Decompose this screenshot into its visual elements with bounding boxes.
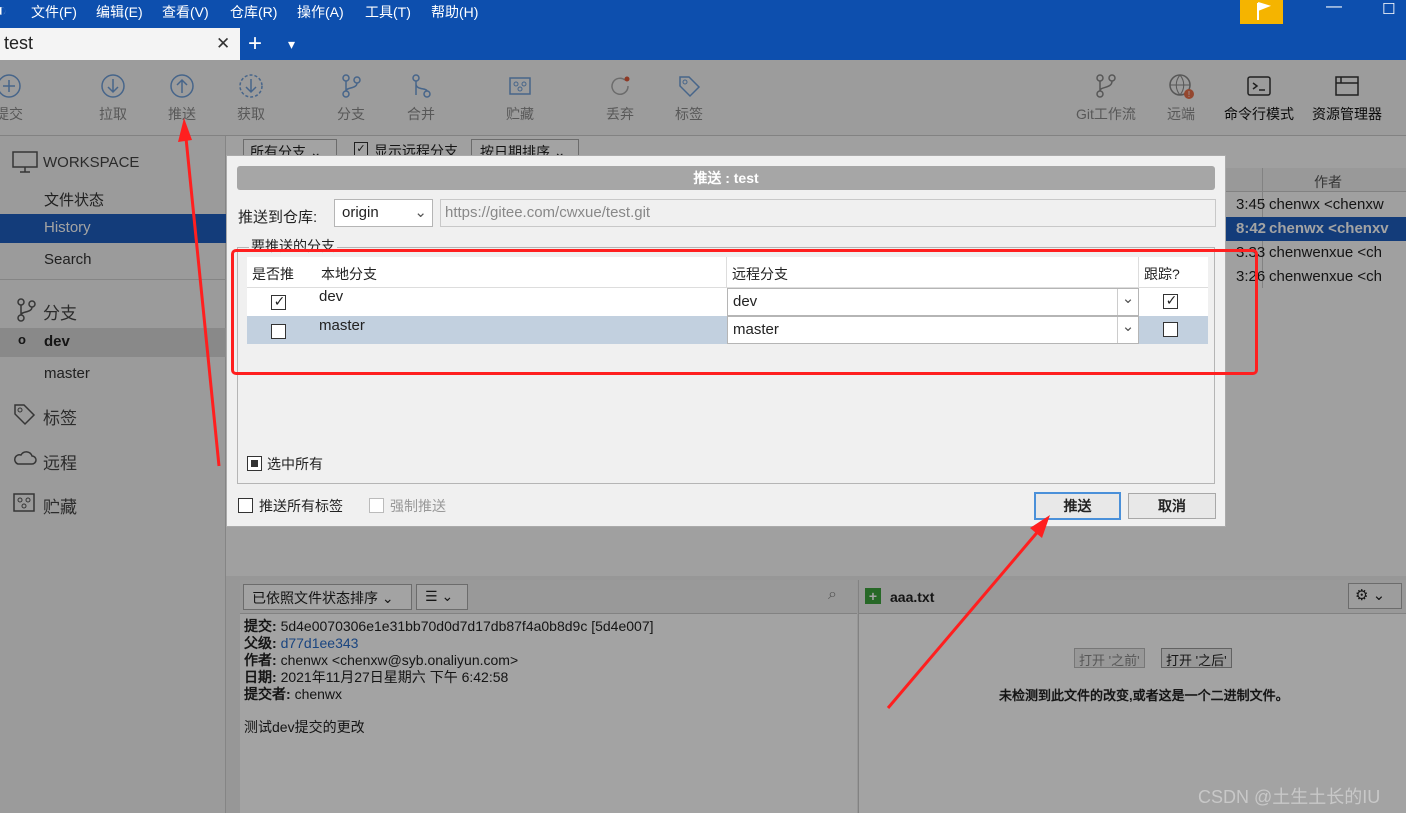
annotation-arrow-line xyxy=(886,521,1048,709)
annotation-arrowhead xyxy=(178,118,192,142)
watermark: CSDN @土生土长的IU xyxy=(1198,787,1381,807)
annotation-arrows xyxy=(178,118,1050,709)
annotation-arrowhead xyxy=(1030,515,1050,538)
annotation-arrow-line xyxy=(183,127,221,467)
